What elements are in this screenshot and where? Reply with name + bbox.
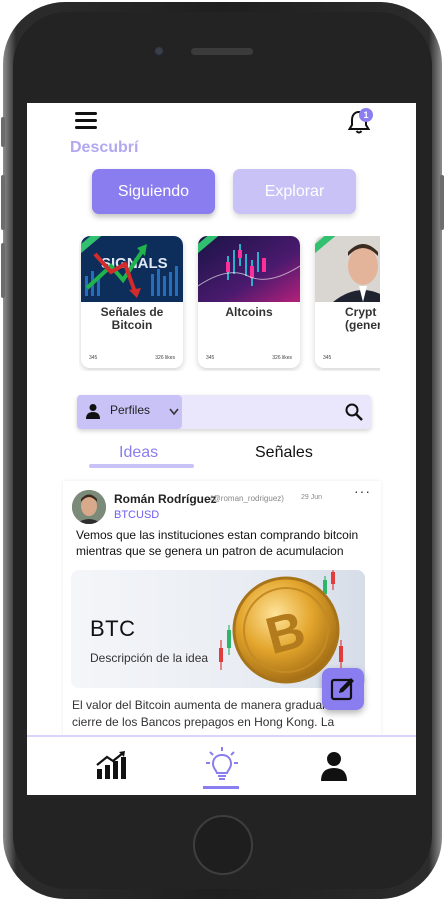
tab-senales[interactable]: Señales [255,444,313,462]
tab-ideas[interactable]: Ideas [119,444,158,462]
category-carousel[interactable]: SIGNALS Señales de Bitcoin 345 326 likes [79,236,380,371]
nav-active-indicator [203,786,239,789]
card-stats: 345 326 likes [89,355,175,361]
profile-filter-label: Perfiles [110,403,151,417]
notification-badge: 1 [359,108,373,122]
post-author[interactable]: Román Rodríguez [114,492,217,506]
card-stats: 345 3 [323,355,380,361]
user-icon[interactable] [320,751,348,781]
views-count: 345 [206,355,215,361]
category-card[interactable]: SIGNALS Señales de Bitcoin 345 326 likes [81,236,183,368]
user-icon [86,404,100,419]
views-count: 345 [89,355,98,361]
chevron-down-icon[interactable] [169,408,179,416]
card-stats: 345 326 likes [206,355,292,361]
category-card[interactable]: Crypt (genera 345 3 [315,236,380,368]
volume-up-button [1,175,5,230]
post-image-title: BTC [90,616,136,641]
card-title: Señales de Bitcoin [100,305,164,332]
category-card[interactable]: Altcoins 345 326 likes [198,236,300,368]
more-options-icon[interactable]: ··· [354,483,371,499]
post-image-description: Descripción de la idea [90,651,209,665]
likes-count: 326 likes [272,355,292,361]
mute-switch [1,117,5,147]
explore-button[interactable]: Explorar [233,169,356,214]
front-camera [154,46,164,56]
portrait-image [315,236,380,302]
tab-active-indicator [89,464,194,468]
bitcoin-signals-image: SIGNALS [81,236,183,302]
volume-down-button [1,243,5,298]
chart-icon[interactable] [95,751,127,781]
menu-icon[interactable] [75,112,97,130]
page-title: Descubrí [70,139,139,156]
create-post-button[interactable] [322,668,364,710]
edit-icon [330,678,354,701]
power-button [440,175,444,230]
card-title: Crypt (genera [345,305,380,332]
earpiece-speaker [191,48,253,55]
app-screen: 1 Descubrí Siguiendo Explorar SIGNALS Se… [27,103,416,795]
avatar[interactable] [72,490,106,524]
lightbulb-icon[interactable] [205,746,239,784]
likes-count: 326 likes [155,355,175,361]
altcoins-image [198,236,300,302]
search-icon[interactable] [345,403,363,421]
following-button[interactable]: Siguiendo [92,169,215,214]
card-title: Altcoins [225,305,273,319]
views-count: 345 [323,355,332,361]
post-handle: (@roman_rodriguez) [210,494,284,503]
post-text: Vemos que las instituciones estan compra… [76,528,359,558]
post-ticker[interactable]: BTCUSD [114,509,159,521]
home-button[interactable] [193,815,253,875]
post-date: 29 Jun [301,494,323,501]
